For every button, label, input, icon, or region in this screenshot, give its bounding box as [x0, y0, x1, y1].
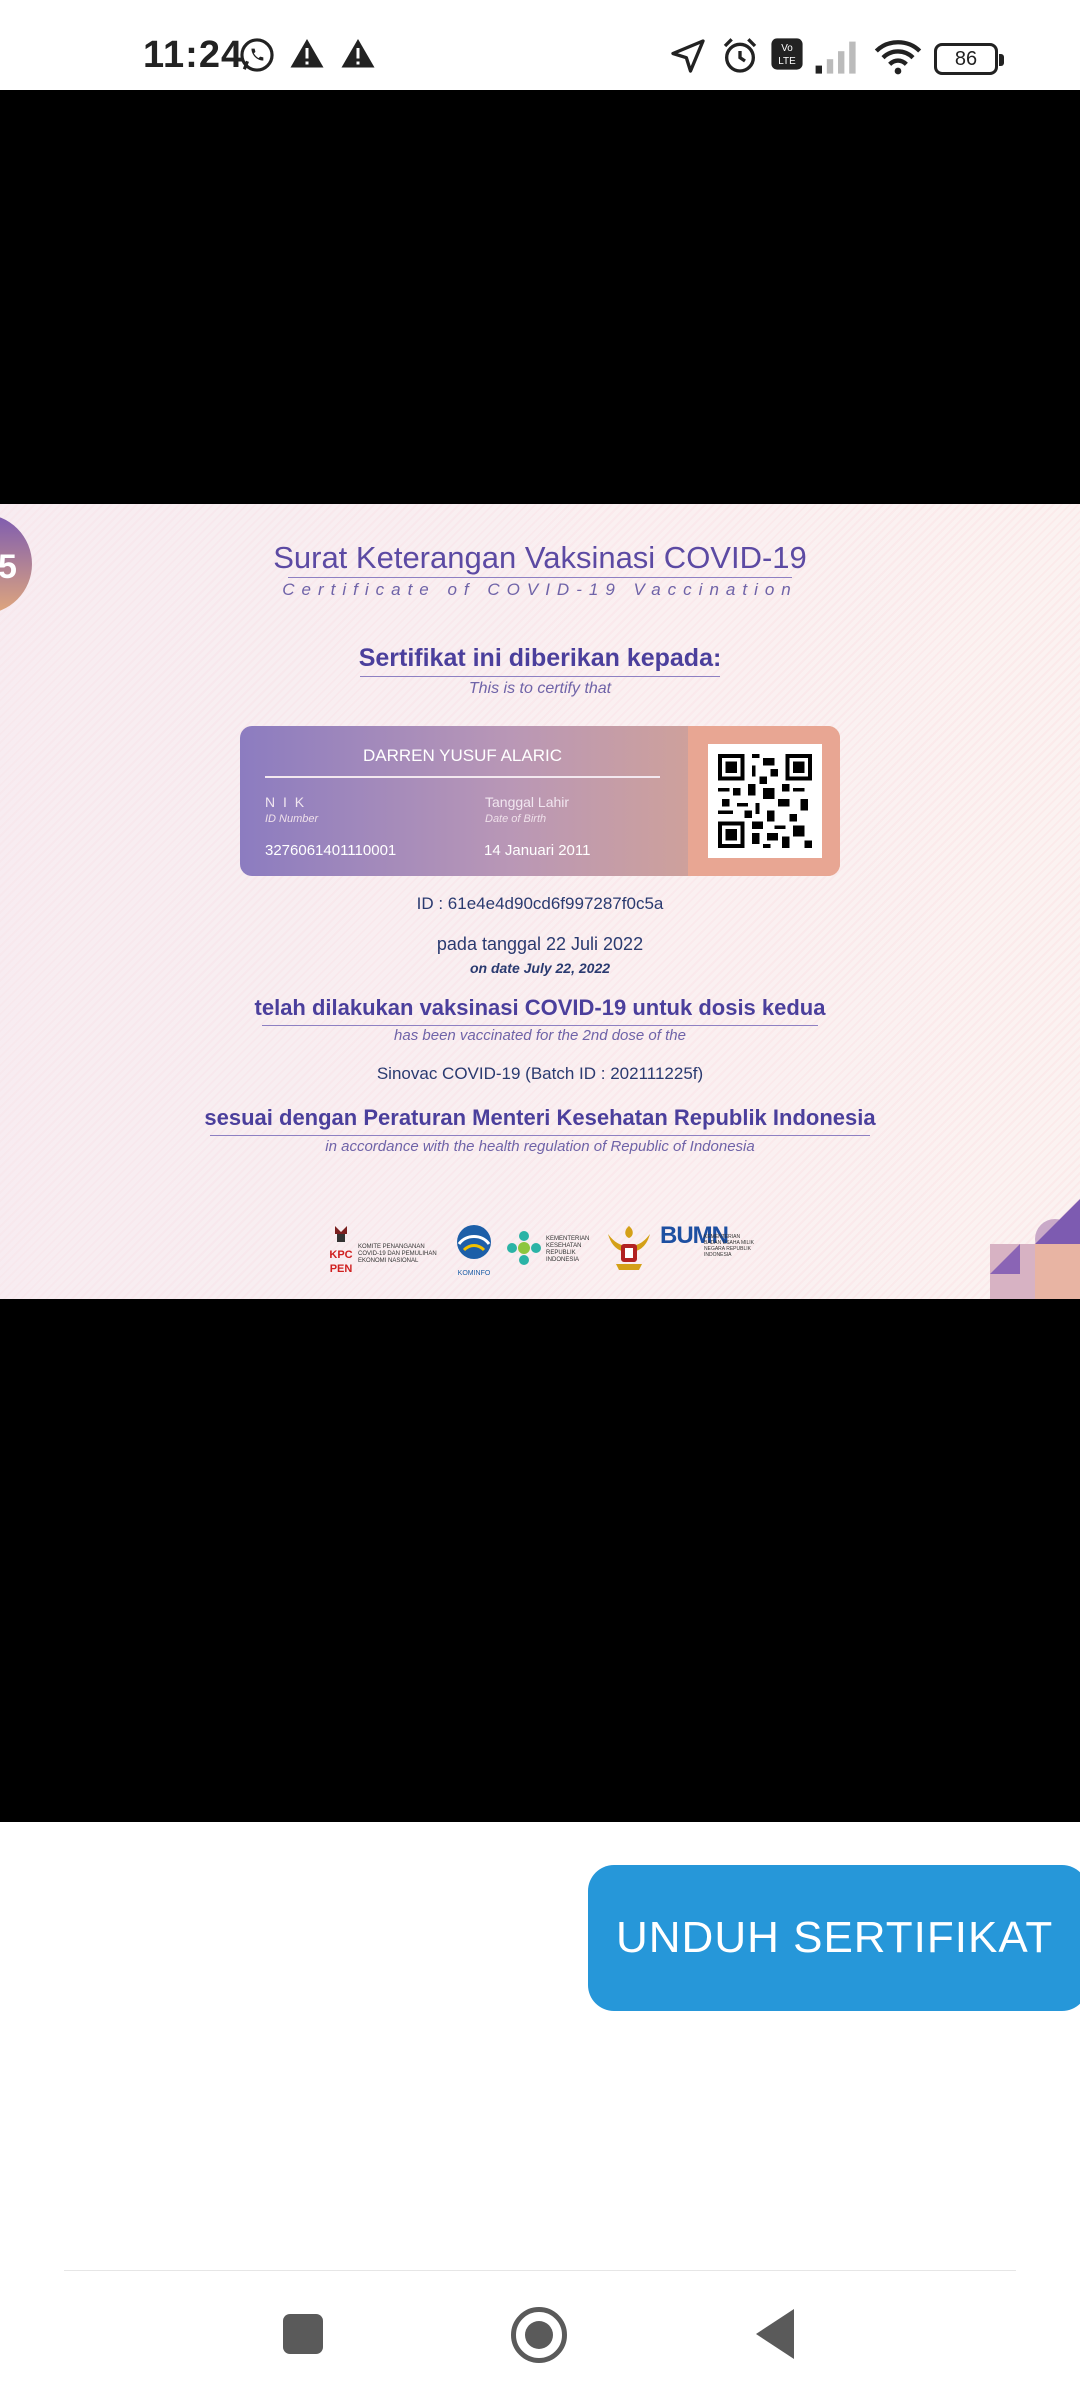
- status-bar: 11:24 Vo LTE 86: [0, 0, 1080, 90]
- whatsapp-icon: [240, 38, 274, 72]
- volte-icon: Vo LTE: [771, 38, 803, 70]
- battery-icon: 86: [934, 43, 1004, 75]
- dob-label-en: Date of Birth: [485, 813, 547, 825]
- warning-icon: [290, 39, 324, 68]
- certificate-title: Surat Keterangan Vaksinasi COVID-19: [273, 540, 807, 575]
- bumn-logo: BUMN KEMENTERIAN BADAN USAHA MILIK NEGAR…: [660, 1222, 760, 1282]
- vaccination-date-en: on date July 22, 2022: [469, 960, 611, 976]
- svg-text:PEN: PEN: [330, 1263, 353, 1275]
- location-icon: [671, 39, 705, 73]
- wifi-icon: [874, 40, 922, 75]
- regulation-statement-en: in accordance with the health regulation…: [325, 1138, 755, 1155]
- bumn-mark: BUMN: [660, 1222, 729, 1249]
- back-button[interactable]: [756, 2309, 794, 2359]
- svg-text:Vo: Vo: [781, 43, 793, 54]
- alarm-icon: [723, 38, 757, 73]
- dob-value: 14 Januari 2011: [484, 842, 591, 859]
- kemenkes-logo: KEMENTERIAN KESEHATAN REPUBLIK INDONESIA: [506, 1222, 596, 1282]
- dob-label: Tanggal Lahir: [485, 794, 570, 810]
- dose-statement: telah dilakukan vaksinasi COVID-19 untuk…: [254, 995, 826, 1020]
- download-certificate-button[interactable]: UNDUH SERTIFIKAT: [588, 1865, 1080, 2011]
- garuda-logo: [606, 1222, 652, 1282]
- kominfo-logo: KOMINFO: [452, 1222, 496, 1282]
- nav-divider: [64, 2270, 1016, 2271]
- warning-icon: [341, 39, 375, 68]
- dose-statement-en: has been vaccinated for the 2nd dose of …: [394, 1027, 686, 1044]
- kpcpen-text: KOMITE PENANGANAN COVID-19 DAN PEMULIHAN…: [358, 1244, 437, 1264]
- certificate-subtitle: Certificate of COVID-19 Vaccination: [282, 580, 798, 599]
- nik-label-en: ID Number: [265, 813, 319, 825]
- regulation-statement: sesuai dengan Peraturan Menteri Kesehata…: [204, 1105, 876, 1130]
- identity-card: DARREN YUSUF ALARIC N I K ID Number 3276…: [240, 726, 840, 876]
- kpcpen-logo: KPC PEN KOMITE PENANGANAN COVID-19 DAN P…: [326, 1222, 446, 1282]
- recent-apps-button[interactable]: [283, 2314, 323, 2354]
- vaccination-certificate[interactable]: 5 Surat Keterangan Vaksinasi COVID-19 Ce…: [0, 504, 1080, 1299]
- kemenkes-text: KEMENTERIAN KESEHATAN REPUBLIK INDONESIA: [546, 1236, 590, 1263]
- vaccine-info: Sinovac COVID-19 (Batch ID : 202111225f): [376, 1064, 704, 1083]
- nik-label: N I K: [265, 794, 307, 810]
- logo-strip: KPC PEN KOMITE PENANGANAN COVID-19 DAN P…: [320, 1222, 760, 1284]
- bumn-text: KEMENTERIAN BADAN USAHA MILIK NEGARA REP…: [704, 1234, 755, 1258]
- kominfo-label: KOMINFO: [457, 1270, 491, 1277]
- holder-name: DARREN YUSUF ALARIC: [362, 746, 562, 765]
- svg-text:LTE: LTE: [778, 56, 796, 67]
- vaccination-date: pada tanggal 22 Juli 2022: [436, 934, 644, 954]
- given-to-heading: Sertifikat ini diberikan kepada:: [358, 644, 722, 672]
- decor-right: [980, 1199, 1080, 1299]
- nik-value: 3276061401110001: [265, 842, 397, 859]
- certificate-id: ID : 61e4e4d90cd6f997287f0c5a: [416, 894, 664, 913]
- certify-text: This is to certify that: [468, 680, 612, 697]
- svg-text:KPC: KPC: [329, 1249, 352, 1261]
- clock: 11:24: [143, 34, 244, 76]
- home-button[interactable]: [511, 2307, 567, 2363]
- qr-code: [708, 744, 822, 858]
- signal-icon: [815, 41, 856, 74]
